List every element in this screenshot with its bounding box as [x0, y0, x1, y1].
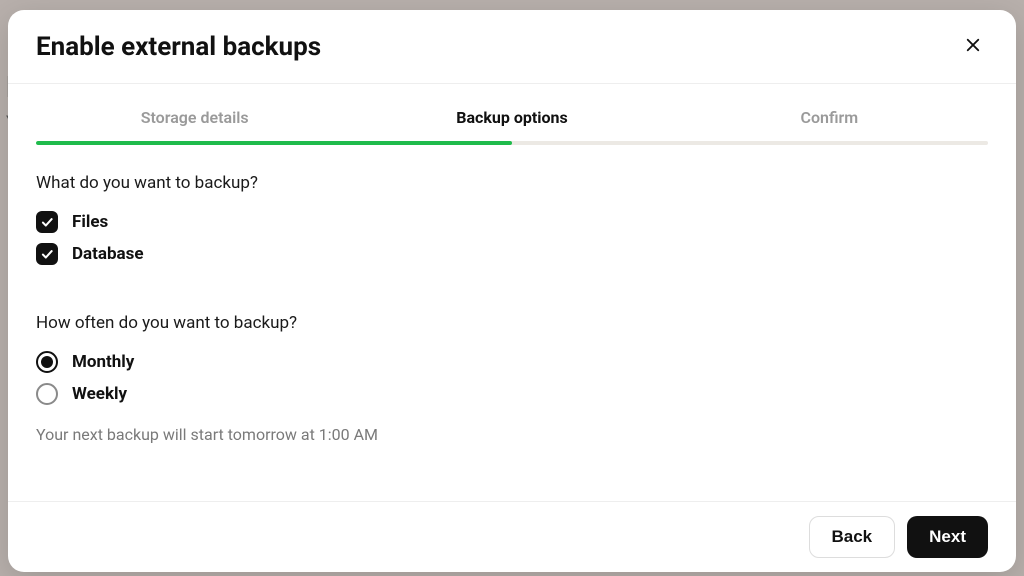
- checkbox-label: Database: [72, 244, 144, 264]
- next-button[interactable]: Next: [907, 516, 988, 558]
- back-button[interactable]: Back: [809, 516, 896, 558]
- question-how-often: How often do you want to backup?: [36, 313, 988, 333]
- radio-row-weekly[interactable]: Weekly: [36, 383, 988, 405]
- radio-label: Weekly: [72, 384, 127, 404]
- modal-header: Enable external backups: [8, 10, 1016, 84]
- radio-selected-icon: [36, 351, 58, 373]
- step-label: Storage details: [141, 108, 249, 127]
- step-label: Confirm: [800, 108, 858, 127]
- progress-fill: [36, 141, 512, 145]
- modal-body: What do you want to backup? Files Databa…: [8, 145, 1016, 501]
- modal-title: Enable external backups: [36, 32, 321, 62]
- radio-label: Monthly: [72, 352, 134, 372]
- modal-footer: Back Next: [8, 501, 1016, 572]
- radio-unselected-icon: [36, 383, 58, 405]
- checkbox-checked-icon: [36, 211, 58, 233]
- stepper: Storage details Backup options Confirm: [8, 108, 1016, 141]
- step-confirm[interactable]: Confirm: [671, 108, 988, 141]
- checkbox-row-files[interactable]: Files: [36, 211, 988, 233]
- checkbox-row-database[interactable]: Database: [36, 243, 988, 265]
- question-what-backup: What do you want to backup?: [36, 173, 988, 193]
- close-icon: [964, 36, 982, 57]
- checkbox-label: Files: [72, 212, 108, 232]
- checkbox-checked-icon: [36, 243, 58, 265]
- step-backup-options[interactable]: Backup options: [353, 108, 670, 141]
- next-backup-info: Your next backup will start tomorrow at …: [36, 425, 988, 444]
- progress-track: [36, 141, 988, 145]
- radio-row-monthly[interactable]: Monthly: [36, 351, 988, 373]
- modal-dialog: Enable external backups Storage details …: [8, 10, 1016, 572]
- step-storage-details[interactable]: Storage details: [36, 108, 353, 141]
- step-label: Backup options: [456, 108, 568, 127]
- close-button[interactable]: [958, 30, 988, 63]
